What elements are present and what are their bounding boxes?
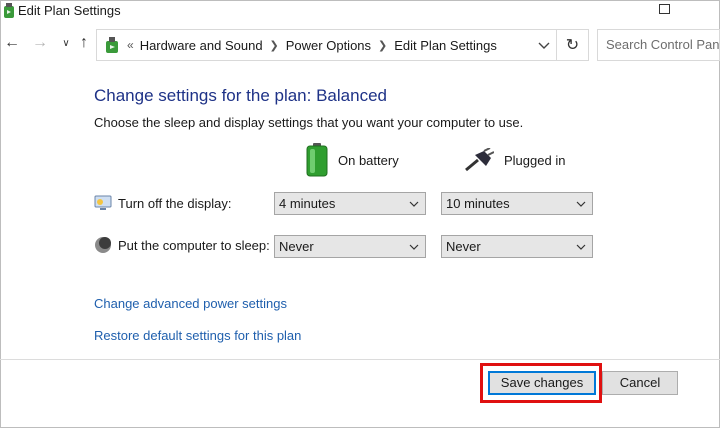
sleep-setting-label: Put the computer to sleep: [94, 236, 270, 254]
display-plugged-value: 10 minutes [446, 196, 510, 211]
save-changes-button[interactable]: Save changes [488, 371, 596, 395]
back-arrow-icon[interactable]: ← [3, 32, 21, 54]
address-bar[interactable]: « Hardware and Sound ❯ Power Options ❯ E… [96, 29, 557, 61]
breadcrumb-overflow[interactable]: « [127, 38, 134, 52]
sleep-plugged-select[interactable]: Never [441, 235, 593, 258]
column-label-battery: On battery [338, 152, 399, 168]
footer-divider [0, 359, 720, 360]
display-label-text: Turn off the display: [118, 195, 232, 211]
up-arrow-icon[interactable]: ↑ [75, 32, 93, 54]
page-title: Change settings for the plan: Balanced [94, 86, 387, 105]
chevron-down-icon [576, 201, 586, 207]
chevron-down-icon [409, 244, 419, 250]
chevron-down-icon[interactable]: ∨ [57, 32, 75, 54]
column-header-battery: On battery [306, 143, 399, 177]
restore-defaults-link[interactable]: Restore default settings for this plan [94, 328, 301, 343]
display-battery-value: 4 minutes [279, 196, 336, 211]
advanced-power-settings-link[interactable]: Change advanced power settings [94, 296, 287, 311]
chevron-down-icon [576, 244, 586, 250]
sleep-battery-value: Never [279, 239, 314, 254]
power-options-icon [4, 3, 14, 18]
chevron-right-icon[interactable]: ❯ [270, 39, 279, 52]
display-battery-select[interactable]: 4 minutes [274, 192, 426, 215]
breadcrumb-edit-plan-settings[interactable]: Edit Plan Settings [394, 38, 497, 53]
refresh-icon[interactable]: ↻ [557, 29, 589, 61]
chevron-down-icon [409, 201, 419, 207]
plug-icon [465, 148, 494, 172]
display-icon [94, 195, 112, 210]
cancel-button[interactable]: Cancel [602, 371, 678, 395]
chevron-down-icon[interactable] [538, 38, 550, 52]
battery-icon [306, 143, 328, 177]
maximize-icon[interactable] [659, 4, 670, 14]
search-input[interactable]: Search Control Panel [597, 29, 720, 61]
breadcrumb-power-options[interactable]: Power Options [286, 38, 371, 53]
column-header-plugged: Plugged in [464, 148, 565, 172]
sleep-label-text: Put the computer to sleep: [118, 237, 270, 253]
sleep-battery-select[interactable]: Never [274, 235, 426, 258]
forward-arrow-icon[interactable]: → [31, 32, 49, 54]
display-setting-label: Turn off the display: [94, 194, 231, 212]
window-title: Edit Plan Settings [18, 3, 121, 18]
navigation-bar: ← → ∨ ↑ « Hardware and Sound ❯ Power Opt… [0, 26, 720, 62]
sleep-plugged-value: Never [446, 239, 481, 254]
chevron-right-icon[interactable]: ❯ [378, 39, 387, 52]
sleep-icon [95, 237, 111, 253]
page-description: Choose the sleep and display settings th… [94, 115, 524, 130]
breadcrumb-hardware-and-sound[interactable]: Hardware and Sound [140, 38, 263, 53]
display-plugged-select[interactable]: 10 minutes [441, 192, 593, 215]
title-bar: Edit Plan Settings [0, 0, 720, 24]
column-label-plugged: Plugged in [504, 152, 566, 168]
power-options-icon [106, 37, 118, 53]
